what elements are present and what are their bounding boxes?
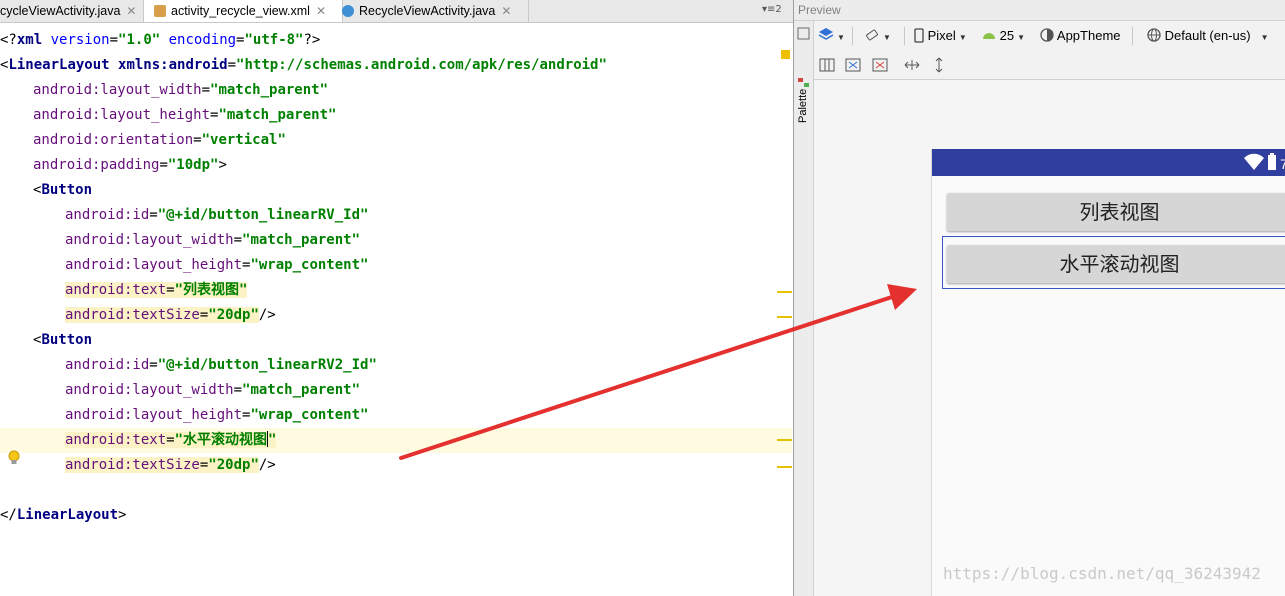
horizontal-scroll-view-button[interactable]: 水平滚动视图: [947, 245, 1285, 283]
palette-icon: [797, 27, 810, 40]
chevron-down-icon: ▼: [883, 33, 891, 42]
code-line-2: <LinearLayout xmlns:android="http://sche…: [0, 57, 607, 73]
api-level-selector[interactable]: 25 ▼: [982, 21, 1025, 51]
watermark: https://blog.csdn.net/qq_36243942: [943, 564, 1261, 583]
code-line-17: android:text="水平滚动视图": [65, 431, 277, 448]
code-line-1: <?xml version="1.0" encoding="utf-8"?>: [0, 32, 321, 48]
chevron-down-icon: ▼: [1260, 33, 1269, 42]
preview-toolbar: ▼ ▼ Pixel ▼ 25 ▼ AppTheme Default (en-us) ▼: [814, 21, 1285, 51]
lightbulb-icon[interactable]: [8, 450, 20, 466]
code-line-16: android:layout_height="wrap_content": [65, 407, 369, 423]
expand-vertical-icon[interactable]: [930, 56, 948, 74]
code-line-9: android:layout_width="match_parent": [65, 232, 361, 248]
toolbar-separator: [1132, 27, 1133, 45]
device-preview: 7 列表视图 水平滚动视图: [931, 149, 1285, 596]
warning-stripe[interactable]: [777, 291, 792, 293]
locale-selector[interactable]: Default (en-us) ▼: [1147, 21, 1269, 51]
code-line-14: android:id="@+id/button_linearRV2_Id": [65, 357, 377, 373]
code-line-11: android:text="列表视图": [65, 282, 248, 298]
rotate-icon: [866, 29, 878, 41]
design-surface-button[interactable]: ▼: [818, 21, 845, 51]
tab-activity-recycle-view-xml[interactable]: activity_recycle_view.xml ✕: [144, 0, 343, 22]
code-line-10: android:layout_height="wrap_content": [65, 257, 369, 273]
preview-title: Preview: [794, 0, 1285, 21]
code-line-7: <Button: [33, 182, 93, 198]
device-selector[interactable]: Pixel ▼: [914, 21, 967, 51]
xml-file-icon: [154, 5, 166, 17]
code-line-20: </LinearLayout>: [0, 507, 127, 523]
device-label: Pixel: [927, 28, 956, 43]
warning-stripe[interactable]: [777, 316, 792, 318]
code-line-15: android:layout_width="match_parent": [65, 382, 361, 398]
code-line-12: android:textSize="20dp"/>: [65, 307, 276, 323]
errors-view-icon[interactable]: [871, 56, 889, 74]
design-view-icon[interactable]: [818, 56, 836, 74]
tab-overflow-count: 2: [775, 4, 782, 15]
toolbar-separator: [904, 27, 905, 45]
toolbar-separator: [852, 27, 853, 45]
phone-icon: [914, 28, 924, 43]
component-tree-icon: [798, 78, 809, 87]
list-view-button[interactable]: 列表视图: [947, 193, 1285, 231]
wifi-icon: [1244, 153, 1264, 170]
tab-label: RecycleViewActivity.java: [359, 4, 496, 18]
close-icon[interactable]: ✕: [316, 0, 326, 22]
locale-label: Default (en-us): [1164, 28, 1251, 43]
chevron-down-icon: ▼: [1017, 33, 1026, 42]
android-icon: [983, 33, 995, 39]
tab-recycleviewactivity-java-1[interactable]: cycleViewActivity.java ✕: [0, 0, 144, 22]
code-line-18: android:textSize="20dp"/>: [65, 457, 276, 473]
inspection-status-icon[interactable]: [781, 50, 790, 59]
preview-toolbar-secondary: [814, 51, 1285, 80]
editor-tab-bar: cycleViewActivity.java ✕ activity_recycle…: [0, 0, 793, 23]
battery-icon: [1268, 155, 1276, 170]
code-line-3: android:layout_width="match_parent": [33, 82, 329, 98]
warning-stripe[interactable]: [777, 466, 792, 468]
api-level-label: 25: [999, 28, 1015, 43]
orientation-button[interactable]: ▼: [864, 21, 891, 51]
tab-label: cycleViewActivity.java: [0, 4, 121, 18]
code-line-6: android:padding="10dp">: [33, 157, 227, 173]
status-bar: 7: [932, 149, 1285, 176]
code-line-4: android:layout_height="match_parent": [33, 107, 337, 123]
close-icon[interactable]: ✕: [501, 0, 511, 22]
xml-code-editor[interactable]: <?xml version="1.0" encoding="utf-8"?> <…: [0, 23, 793, 596]
theme-icon: [1040, 28, 1054, 42]
theme-selector[interactable]: AppTheme: [1040, 21, 1121, 51]
close-icon[interactable]: ✕: [126, 0, 136, 22]
code-line-13: <Button: [33, 332, 93, 348]
chevron-down-icon: ▼: [837, 33, 845, 42]
tab-label: activity_recycle_view.xml: [171, 4, 310, 18]
warning-stripe[interactable]: [777, 439, 792, 441]
palette-side-tab[interactable]: Palette: [794, 21, 814, 596]
expand-horizontal-icon[interactable]: [903, 56, 921, 74]
tab-overflow-menu[interactable]: ▾≡2: [762, 0, 782, 22]
theme-label: AppTheme: [1056, 28, 1121, 43]
code-line-8: android:id="@+id/button_linearRV_Id": [65, 207, 369, 223]
chevron-down-icon: ▼: [958, 33, 967, 42]
code-line-5: android:orientation="vertical": [33, 132, 286, 148]
svg-text:7: 7: [1280, 156, 1285, 172]
tab-recycleviewactivity-java-2[interactable]: RecycleViewActivity.java ✕: [333, 0, 529, 22]
layers-icon: [818, 28, 834, 40]
globe-icon: [1147, 28, 1161, 42]
java-class-icon: [342, 5, 354, 17]
status-icons: 7: [1244, 153, 1285, 172]
blueprint-view-icon[interactable]: [844, 56, 862, 74]
